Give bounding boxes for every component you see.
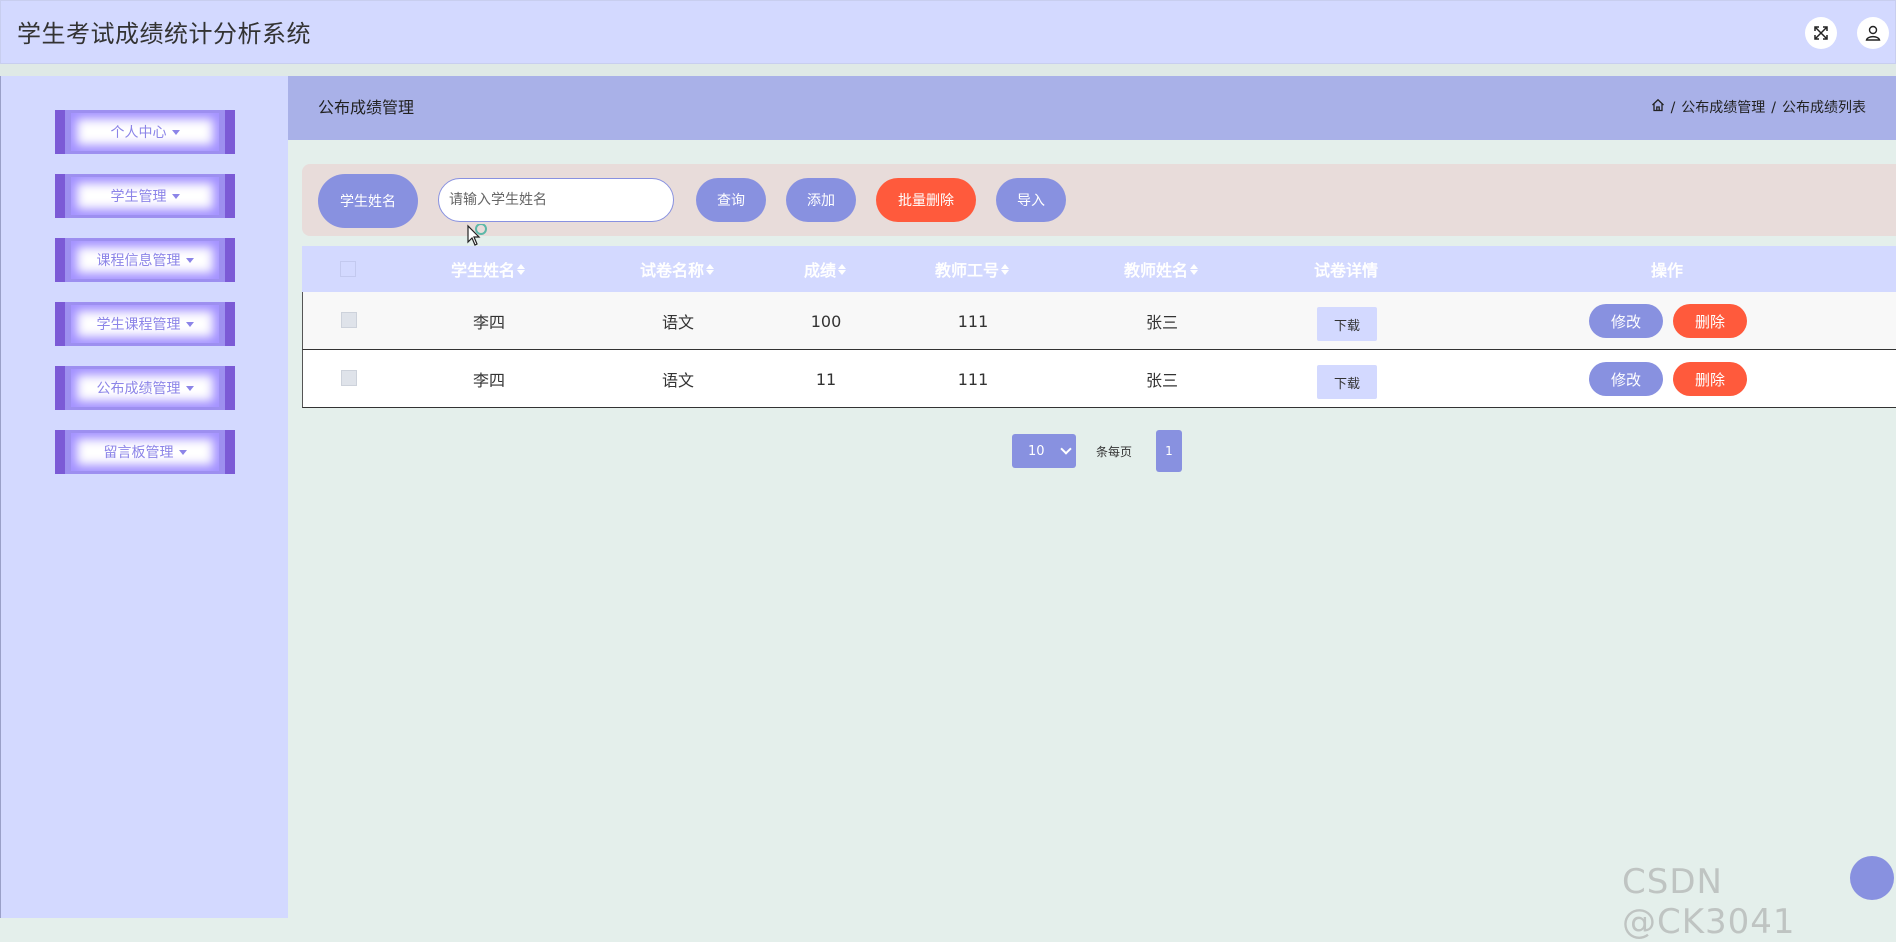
breadcrumb-separator: / — [1670, 100, 1676, 116]
breadcrumb-item-score-list: 公布成绩列表 — [1782, 100, 1866, 116]
sidebar-item-label: 学生管理 — [110, 189, 167, 205]
select-all-checkbox[interactable] — [340, 261, 356, 277]
table-header: 学生姓名 试卷名称 成绩 教师工号 教师姓名 试卷详情 操作 — [302, 246, 1896, 292]
delete-button[interactable]: 删除 — [1673, 304, 1747, 338]
sidebar-item-published-scores[interactable]: 公布成绩管理 — [55, 366, 235, 410]
download-button[interactable]: 下载 — [1317, 307, 1377, 341]
search-toolbar: 学生姓名 查询 添加 批量删除 导入 — [302, 164, 1896, 236]
sidebar-item-label: 个人中心 — [110, 125, 167, 141]
caret-down-icon — [185, 321, 194, 327]
breadcrumb: / 公布成绩管理 / 公布成绩列表 — [1651, 98, 1866, 118]
column-header-actions: 操作 — [1650, 261, 1684, 280]
row-checkbox[interactable] — [341, 370, 357, 386]
breadcrumb-bar: 公布成绩管理 / 公布成绩管理 / 公布成绩列表 — [288, 76, 1896, 140]
sort-icon[interactable] — [706, 263, 715, 275]
cell-teacher-id: 111 — [957, 369, 989, 389]
sidebar-item-course-info[interactable]: 课程信息管理 — [55, 238, 235, 282]
download-button[interactable]: 下载 — [1317, 365, 1377, 399]
user-icon[interactable] — [1857, 17, 1889, 49]
sidebar-item-label: 学生课程管理 — [96, 317, 181, 333]
sort-icon[interactable] — [1190, 263, 1199, 275]
caret-down-icon — [185, 385, 194, 391]
page-number-button[interactable]: 1 — [1156, 430, 1182, 472]
column-header-score[interactable]: 成绩 — [804, 246, 847, 292]
sidebar-item-personal-center[interactable]: 个人中心 — [55, 110, 235, 154]
sidebar: 个人中心 学生管理 课程信息管理 学生课程管理 公布成绩管理 留言板管理 — [0, 76, 288, 918]
sort-icon[interactable] — [838, 263, 847, 275]
sort-icon[interactable] — [1001, 263, 1010, 275]
column-header-paper-detail: 试卷详情 — [1313, 261, 1379, 280]
cell-paper-name: 语文 — [661, 371, 695, 390]
cell-teacher-name: 张三 — [1145, 371, 1179, 390]
cell-paper-name: 语文 — [661, 313, 695, 332]
top-header: 学生考试成绩统计分析系统 — [0, 0, 1896, 64]
edit-button[interactable]: 修改 — [1589, 362, 1663, 396]
breadcrumb-separator: / — [1771, 100, 1776, 116]
sidebar-item-student-course[interactable]: 学生课程管理 — [55, 302, 235, 346]
caret-down-icon — [178, 449, 187, 455]
column-header-paper-name[interactable]: 试卷名称 — [640, 246, 715, 292]
delete-button[interactable]: 删除 — [1673, 362, 1747, 396]
sidebar-item-message-board[interactable]: 留言板管理 — [55, 430, 235, 474]
scores-table: 学生姓名 试卷名称 成绩 教师工号 教师姓名 试卷详情 操作 李四 语文 100… — [302, 246, 1896, 408]
cell-teacher-name: 张三 — [1145, 313, 1179, 332]
caret-down-icon — [185, 257, 194, 263]
cell-teacher-id: 111 — [957, 311, 989, 331]
app-title: 学生考试成绩统计分析系统 — [17, 20, 311, 48]
page-size-select[interactable]: 10 — [1012, 434, 1076, 468]
sidebar-item-student-management[interactable]: 学生管理 — [55, 174, 235, 218]
import-button[interactable]: 导入 — [996, 178, 1066, 222]
caret-down-icon — [171, 193, 180, 199]
header-divider — [0, 64, 1896, 76]
table-row: 李四 语文 11 111 张三 下载 修改 删除 — [302, 350, 1896, 408]
cell-student-name: 李四 — [472, 371, 506, 390]
caret-down-icon — [171, 129, 180, 135]
floating-action-button[interactable] — [1850, 856, 1894, 900]
sort-icon[interactable] — [517, 263, 526, 275]
sidebar-item-label: 课程信息管理 — [96, 253, 181, 269]
table-row: 李四 语文 100 111 张三 下载 修改 删除 — [302, 292, 1896, 350]
column-header-teacher-id[interactable]: 教师工号 — [935, 246, 1010, 292]
home-icon[interactable] — [1651, 98, 1665, 118]
cell-score: 100 — [810, 311, 842, 331]
breadcrumb-item-score-management[interactable]: 公布成绩管理 — [1681, 98, 1765, 118]
cell-score: 11 — [815, 369, 837, 389]
add-button[interactable]: 添加 — [786, 178, 856, 222]
fullscreen-icon[interactable] — [1805, 17, 1837, 49]
sidebar-item-label: 留言板管理 — [103, 445, 174, 461]
per-page-label: 条每页 — [1096, 444, 1133, 459]
batch-delete-button[interactable]: 批量删除 — [876, 178, 976, 222]
row-checkbox[interactable] — [341, 312, 357, 328]
edit-button[interactable]: 修改 — [1589, 304, 1663, 338]
column-header-teacher-name[interactable]: 教师姓名 — [1124, 246, 1199, 292]
student-name-search-input[interactable] — [438, 178, 674, 222]
search-label: 学生姓名 — [318, 174, 418, 228]
page-size-value: 10 — [1028, 443, 1045, 459]
page-title: 公布成绩管理 — [318, 98, 415, 117]
cell-student-name: 李四 — [472, 313, 506, 332]
sidebar-item-label: 公布成绩管理 — [96, 381, 181, 397]
mouse-cursor-icon — [466, 223, 492, 254]
chevron-down-icon — [1060, 443, 1072, 455]
query-button[interactable]: 查询 — [696, 178, 766, 222]
